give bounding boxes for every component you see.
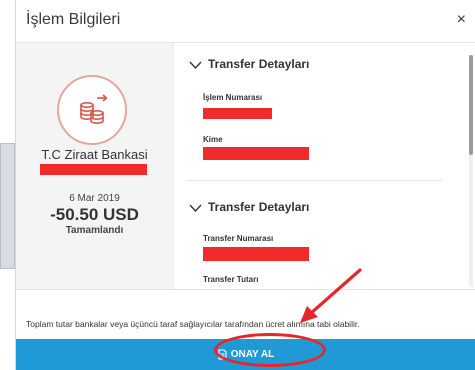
transfer-details-panel: Transfer Detayları İşlem Numarası Kime T… [181, 43, 468, 289]
coins-transfer-icon [80, 94, 108, 124]
bank-avatar [57, 75, 127, 145]
scrollbar-thumb[interactable] [469, 55, 473, 155]
close-icon: × [456, 11, 466, 28]
field-label-recipient: Kime [203, 135, 223, 144]
transaction-status: Tamamlandı [65, 225, 124, 236]
annotation-highlight-circle [214, 333, 326, 367]
details-scrollbar[interactable] [469, 55, 473, 287]
footer-separator [16, 289, 475, 290]
column-divider [173, 43, 174, 289]
redacted-recipient [203, 147, 309, 160]
transaction-summary: T.C Ziraat Bankasi 6 Mar 2019 -50.50 USD… [16, 43, 173, 289]
chevron-down-icon [189, 204, 202, 213]
section-title-label: Transfer Detayları [208, 200, 310, 214]
annotation-arrow [300, 268, 362, 323]
section-separator [187, 180, 442, 181]
bank-name: T.C Ziraat Bankasi [41, 147, 148, 162]
section-title-label: Transfer Detayları [208, 57, 310, 71]
modal-header: İşlem Bilgileri × [16, 0, 475, 43]
section-title-transfer-details[interactable]: Transfer Detayları [189, 57, 309, 71]
modal-title: İşlem Bilgileri [26, 11, 121, 28]
chevron-down-icon [189, 61, 202, 70]
transaction-date: 6 Mar 2019 [69, 193, 120, 204]
transaction-amount: -50.50 USD [50, 205, 139, 224]
field-label-transfer-amount: Transfer Tutarı [203, 275, 259, 284]
transaction-details-modal: İşlem Bilgileri × T.C Ziraat Bankasi 6 M… [15, 0, 475, 370]
redacted-transfer-number [203, 247, 309, 261]
field-label-transfer-number: Transfer Numarası [203, 234, 274, 243]
redacted-transaction-number [203, 108, 272, 119]
section-title-transfer-details-2[interactable]: Transfer Detayları [189, 200, 309, 214]
background-panel [0, 143, 15, 269]
redacted-account [40, 164, 147, 175]
field-label-transaction-number: İşlem Numarası [203, 93, 263, 102]
close-button[interactable]: × [457, 11, 466, 29]
